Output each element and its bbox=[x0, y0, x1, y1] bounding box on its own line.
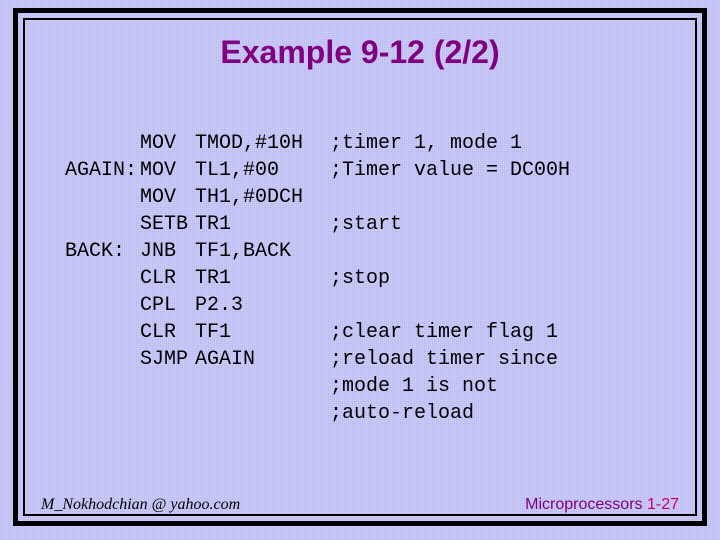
code-label bbox=[65, 184, 140, 211]
code-operands bbox=[195, 373, 330, 400]
code-row: MOVTMOD,#10H;timer 1, mode 1 bbox=[65, 130, 570, 157]
code-label bbox=[65, 346, 140, 373]
code-row: BACK:JNBTF1,BACK bbox=[65, 238, 570, 265]
code-opcode: MOV bbox=[140, 157, 195, 184]
footer-page-label: Microprocessors 1-27 bbox=[525, 496, 679, 514]
code-operands: P2.3 bbox=[195, 292, 330, 319]
slide-outer-border: Example 9-12 (2/2) MOVTMOD,#10H;timer 1,… bbox=[13, 8, 707, 526]
code-opcode: CLR bbox=[140, 319, 195, 346]
code-opcode: CLR bbox=[140, 265, 195, 292]
code-row: ;auto-reload bbox=[65, 400, 570, 427]
code-label bbox=[65, 373, 140, 400]
code-label bbox=[65, 319, 140, 346]
code-label bbox=[65, 400, 140, 427]
code-row: AGAIN:MOVTL1,#00;Timer value = DC00H bbox=[65, 157, 570, 184]
code-row: CLRTF1;clear timer flag 1 bbox=[65, 319, 570, 346]
code-label bbox=[65, 292, 140, 319]
code-label bbox=[65, 130, 140, 157]
code-comment: ;Timer value = DC00H bbox=[330, 157, 570, 184]
code-comment: ;start bbox=[330, 211, 402, 238]
code-row: ;mode 1 is not bbox=[65, 373, 570, 400]
code-operands: TH1,#0DCH bbox=[195, 184, 330, 211]
footer-course-name: Microprocessors bbox=[525, 496, 647, 513]
code-operands: TL1,#00 bbox=[195, 157, 330, 184]
code-row: CLRTR1;stop bbox=[65, 265, 570, 292]
code-row: SETBTR1;start bbox=[65, 211, 570, 238]
code-opcode: SJMP bbox=[140, 346, 195, 373]
code-operands: TMOD,#10H bbox=[195, 130, 330, 157]
code-operands: TF1,BACK bbox=[195, 238, 330, 265]
slide-inner-border: Example 9-12 (2/2) MOVTMOD,#10H;timer 1,… bbox=[23, 18, 697, 516]
code-row: CPLP2.3 bbox=[65, 292, 570, 319]
code-label: AGAIN: bbox=[65, 157, 140, 184]
code-operands bbox=[195, 400, 330, 427]
code-comment: ;auto-reload bbox=[330, 400, 474, 427]
code-comment: ;clear timer flag 1 bbox=[330, 319, 558, 346]
code-label bbox=[65, 211, 140, 238]
code-opcode: SETB bbox=[140, 211, 195, 238]
slide-title: Example 9-12 (2/2) bbox=[25, 34, 695, 71]
assembly-code-block: MOVTMOD,#10H;timer 1, mode 1AGAIN:MOVTL1… bbox=[65, 130, 570, 427]
code-opcode bbox=[140, 400, 195, 427]
code-opcode bbox=[140, 373, 195, 400]
code-comment: ;reload timer since bbox=[330, 346, 558, 373]
footer-email: M_Nokhodchian @ yahoo.com bbox=[41, 496, 240, 514]
code-opcode: CPL bbox=[140, 292, 195, 319]
code-operands: TR1 bbox=[195, 211, 330, 238]
code-label bbox=[65, 265, 140, 292]
code-opcode: MOV bbox=[140, 130, 195, 157]
code-opcode: JNB bbox=[140, 238, 195, 265]
code-operands: TR1 bbox=[195, 265, 330, 292]
code-operands: AGAIN bbox=[195, 346, 330, 373]
code-label: BACK: bbox=[65, 238, 140, 265]
code-row: MOVTH1,#0DCH bbox=[65, 184, 570, 211]
footer-page-number: 1-27 bbox=[647, 496, 679, 513]
code-opcode: MOV bbox=[140, 184, 195, 211]
code-operands: TF1 bbox=[195, 319, 330, 346]
code-comment: ;stop bbox=[330, 265, 390, 292]
code-comment: ;mode 1 is not bbox=[330, 373, 498, 400]
code-row: SJMPAGAIN;reload timer since bbox=[65, 346, 570, 373]
code-comment: ;timer 1, mode 1 bbox=[330, 130, 522, 157]
